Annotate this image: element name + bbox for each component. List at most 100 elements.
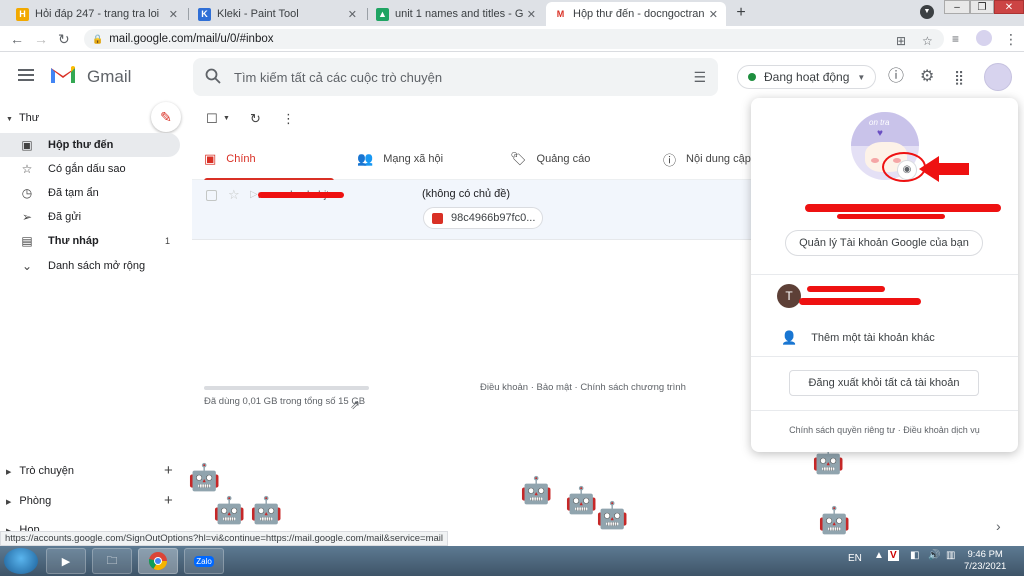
tab-promotions[interactable]: 🏷 Quảng cáo xyxy=(510,138,590,180)
settings-gear-icon[interactable]: ⚙ xyxy=(920,68,934,86)
tray-app-icon[interactable]: ◧ xyxy=(910,550,919,561)
refresh-icon[interactable]: ↻ xyxy=(250,111,261,127)
new-tab-button[interactable]: + xyxy=(732,4,750,22)
account-avatar[interactable]: T xyxy=(777,284,801,308)
storage-meter: Đã dùng 0,01 GB trong tổng số 15 GB xyxy=(204,386,369,407)
attachment-chip[interactable]: 98c4966b97fc0... xyxy=(423,207,543,229)
vietnamese-ime-icon[interactable]: V xyxy=(888,550,899,561)
privacy-link[interactable]: Chính sách quyền riêng tư xyxy=(789,425,895,435)
install-app-icon[interactable]: ⊞ xyxy=(896,31,906,51)
compose-button[interactable]: ✎ xyxy=(151,102,181,132)
sidebar-item-drafts[interactable]: ▤ Thư nháp 1 xyxy=(0,229,180,253)
heart-icon: ♥ xyxy=(877,128,883,139)
close-tab-icon[interactable]: ✕ xyxy=(348,8,357,21)
search-input[interactable]: Tìm kiếm tất cả các cuộc trò chuyện xyxy=(234,70,442,85)
profile-menu-icon[interactable]: ▼ xyxy=(920,5,934,19)
new-room-icon[interactable]: + xyxy=(164,492,173,509)
chrome-logo-icon xyxy=(149,552,167,571)
chevron-right-icon[interactable]: › xyxy=(996,518,1001,534)
redaction-scribble xyxy=(258,192,344,198)
sign-out-button[interactable]: Đăng xuất khỏi tất cả tài khoản xyxy=(789,370,979,396)
search-options-icon[interactable]: ☰ xyxy=(693,69,706,86)
reload-icon[interactable]: ↻ xyxy=(58,31,70,47)
kleki-favicon-icon: K xyxy=(198,7,211,21)
network-icon[interactable]: ▥ xyxy=(946,550,955,561)
footer-links[interactable]: Điều khoản · Bảo mật · Chính sách chương… xyxy=(480,382,686,393)
add-account-button[interactable]: 👤 Thêm một tài khoản khác xyxy=(781,330,935,346)
android-decoration-icon: 🤖 xyxy=(213,495,246,525)
start-button-icon[interactable] xyxy=(4,548,38,574)
android-decoration-icon: 🤖 xyxy=(250,495,283,525)
browser-tab-hoidap[interactable]: H Hỏi đáp 247 - trang tra loi ✕ xyxy=(8,2,186,26)
divider xyxy=(751,274,1018,275)
important-marker-icon[interactable]: ▷ xyxy=(250,189,258,200)
url-text: mail.google.com/mail/u/0/#inbox xyxy=(109,33,274,45)
manage-account-button[interactable]: Quản lý Tài khoản Google của bạn xyxy=(785,230,983,256)
language-indicator[interactable]: EN xyxy=(848,553,862,564)
bookmark-star-icon[interactable]: ☆ xyxy=(922,31,933,51)
select-all-checkbox[interactable]: ☐ xyxy=(206,111,218,127)
browser-tab-google-drive[interactable]: ▲ unit 1 names and titles - Google ✕ xyxy=(368,2,544,26)
close-tab-icon[interactable]: ✕ xyxy=(527,8,536,21)
chrome-taskbar-icon[interactable] xyxy=(138,548,178,574)
terms-link[interactable]: Điều khoản dịch vụ xyxy=(903,425,980,435)
tab-title: Kleki - Paint Tool xyxy=(217,8,299,20)
avatar-blush xyxy=(871,158,879,163)
select-menu-chevron-icon[interactable]: ▼ xyxy=(223,115,230,122)
sidebar-item-more[interactable]: ⌄ Danh sách mở rộng xyxy=(0,254,180,278)
row-checkbox[interactable] xyxy=(206,190,217,201)
tab-title: unit 1 names and titles - Google xyxy=(395,8,523,20)
image-file-icon xyxy=(432,212,443,224)
media-player-icon[interactable]: ▶ xyxy=(46,548,86,574)
tray-chevron-icon[interactable]: ▲ xyxy=(874,550,884,561)
chrome-menu-icon[interactable]: ⋮ xyxy=(1004,31,1018,47)
main-menu-icon[interactable] xyxy=(18,69,34,81)
open-external-icon[interactable]: ⇗ xyxy=(350,398,360,412)
taskbar-clock[interactable]: 9:46 PM 7/23/2021 xyxy=(964,549,1006,573)
search-icon[interactable] xyxy=(205,68,221,84)
sidebar-item-starred[interactable]: ☆ Có gắn dấu sao xyxy=(0,157,180,181)
sidebar-item-sent[interactable]: ➢ Đã gửi xyxy=(0,205,180,229)
sidebar-item-label: Đã gửi xyxy=(48,211,82,223)
mail-section-toggle[interactable]: ▼ Thư xyxy=(6,112,39,124)
android-decoration-icon: 🤖 xyxy=(188,462,221,492)
mail-search-box[interactable]: Tìm kiếm tất cả các cuộc trò chuyện ☰ xyxy=(193,58,718,96)
profile-avatar-icon[interactable] xyxy=(976,30,992,46)
tab-updates[interactable]: ⓘ Nội dung cập xyxy=(663,138,751,180)
sidebar-item-inbox[interactable]: ▣ Hộp thư đến xyxy=(0,133,180,157)
file-explorer-icon[interactable]: 🗀 xyxy=(92,548,132,574)
browser-tab-kleki[interactable]: K Kleki - Paint Tool ✕ xyxy=(190,2,365,26)
close-tab-icon[interactable]: ✕ xyxy=(169,8,178,21)
apps-grid-icon[interactable]: ⣿ xyxy=(954,68,964,86)
zalo-taskbar-icon[interactable]: Zalo xyxy=(184,548,224,574)
rooms-section-toggle[interactable]: ▶ Phòng xyxy=(6,495,51,507)
close-window-icon[interactable]: ✕ xyxy=(994,0,1024,14)
new-chat-icon[interactable]: + xyxy=(164,462,173,479)
mail-main-area: ☐ ▼ ↻ ⋮ ▣ Chính 👥 Mạng xã hội 🏷 Quảng cá… xyxy=(192,102,752,542)
sidebar-item-label: Có gắn dấu sao xyxy=(48,163,126,175)
minimize-icon[interactable]: – xyxy=(944,0,970,14)
tab-title: Hỏi đáp 247 - trang tra loi xyxy=(35,8,160,20)
back-icon[interactable]: ← xyxy=(10,31,24,47)
more-actions-icon[interactable]: ⋮ xyxy=(282,111,295,127)
tab-social[interactable]: 👥 Mạng xã hội xyxy=(357,138,443,180)
chat-section-toggle[interactable]: ▶ Trò chuyện xyxy=(6,465,74,477)
android-decoration-icon: 🤖 xyxy=(520,475,553,505)
browser-tab-strip: H Hỏi đáp 247 - trang tra loi ✕ K Kleki … xyxy=(0,0,1024,26)
gmail-favicon-icon: M xyxy=(554,7,567,21)
help-icon[interactable]: ⓘ xyxy=(888,68,904,86)
omnibox[interactable]: 🔒 mail.google.com/mail/u/0/#inbox ⊞ ☆ xyxy=(84,29,944,49)
volume-icon[interactable]: 🔊 xyxy=(928,550,940,561)
active-status-icon xyxy=(748,73,756,81)
close-tab-icon[interactable]: ✕ xyxy=(709,8,718,21)
account-avatar-button[interactable] xyxy=(984,63,1012,91)
maximize-icon[interactable]: ❐ xyxy=(970,0,994,14)
forward-icon[interactable]: → xyxy=(34,31,48,47)
star-icon[interactable]: ☆ xyxy=(228,187,240,203)
sidebar-item-snoozed[interactable]: ◷ Đã tạm ẩn xyxy=(0,181,180,205)
tab-primary[interactable]: ▣ Chính xyxy=(204,138,334,181)
table-row[interactable]: ☆ ▷ mamsdosdo bjt (không có chủ đề) 98c4… xyxy=(192,180,752,240)
browser-tab-gmail[interactable]: M Hộp thư đến - docngoctrang200 ✕ xyxy=(546,2,726,26)
reading-list-icon[interactable]: ≡ xyxy=(952,31,959,47)
status-dropdown[interactable]: Đang hoạt động ▼ xyxy=(737,65,877,89)
